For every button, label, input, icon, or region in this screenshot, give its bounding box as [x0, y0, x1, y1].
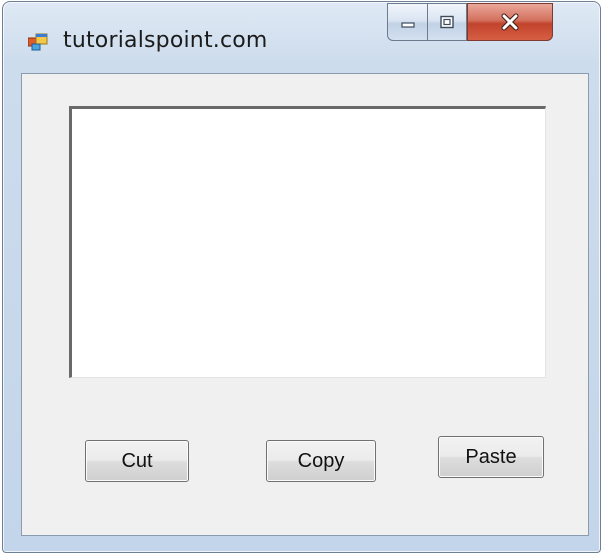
- copy-button[interactable]: Copy: [266, 440, 376, 482]
- close-icon: [501, 13, 519, 31]
- title-bar[interactable]: tutorialspoint.com: [3, 2, 600, 74]
- maximize-button[interactable]: [427, 3, 467, 41]
- form-client-area: Cut Copy Paste: [21, 73, 589, 536]
- window-title: tutorialspoint.com: [63, 28, 268, 53]
- minimize-icon: [400, 22, 415, 28]
- minimize-button[interactable]: [387, 3, 427, 41]
- cut-button[interactable]: Cut: [85, 440, 189, 482]
- maximize-icon: [440, 15, 454, 29]
- paste-button[interactable]: Paste: [438, 436, 544, 478]
- app-window: tutorialspoint.com Cut Copy Paste: [2, 1, 601, 553]
- close-button[interactable]: [467, 3, 553, 41]
- app-icon: [28, 33, 48, 51]
- caption-buttons: [387, 3, 553, 43]
- text-box[interactable]: [69, 106, 546, 378]
